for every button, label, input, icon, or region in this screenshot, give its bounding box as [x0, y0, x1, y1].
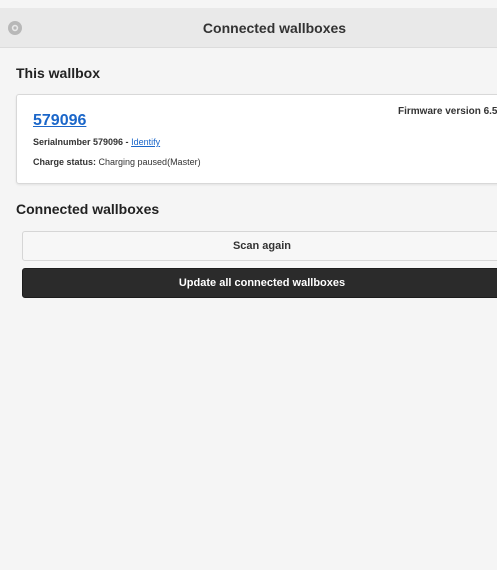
charge-status-label: Charge status: [33, 157, 97, 167]
firmware-version: Firmware version 6.5 [398, 106, 497, 117]
this-wallbox-heading: This wallbox [16, 65, 101, 81]
connected-wallboxes-heading: Connected wallboxes [16, 201, 160, 217]
page-title: Connected wallboxes [202, 20, 347, 36]
serial-number-text: Serialnumber 579096 - [33, 137, 132, 147]
wallbox-id-link[interactable]: 579096 [33, 112, 86, 130]
charge-status-value: Charging paused(Master) [96, 157, 201, 167]
scan-again-button[interactable]: Scan again [22, 231, 497, 261]
identify-link[interactable]: Identify [131, 137, 160, 147]
serial-number-line: Serialnumber 579096 - Identify [33, 137, 160, 147]
update-all-button[interactable]: Update all connected wallboxes [22, 268, 497, 298]
top-bar: Connected wallboxes [0, 8, 497, 48]
wallbox-card: 579096 Firmware version 6.5 Serialnumber… [16, 94, 497, 184]
charge-status-line: Charge status: Charging paused(Master) [33, 157, 201, 167]
